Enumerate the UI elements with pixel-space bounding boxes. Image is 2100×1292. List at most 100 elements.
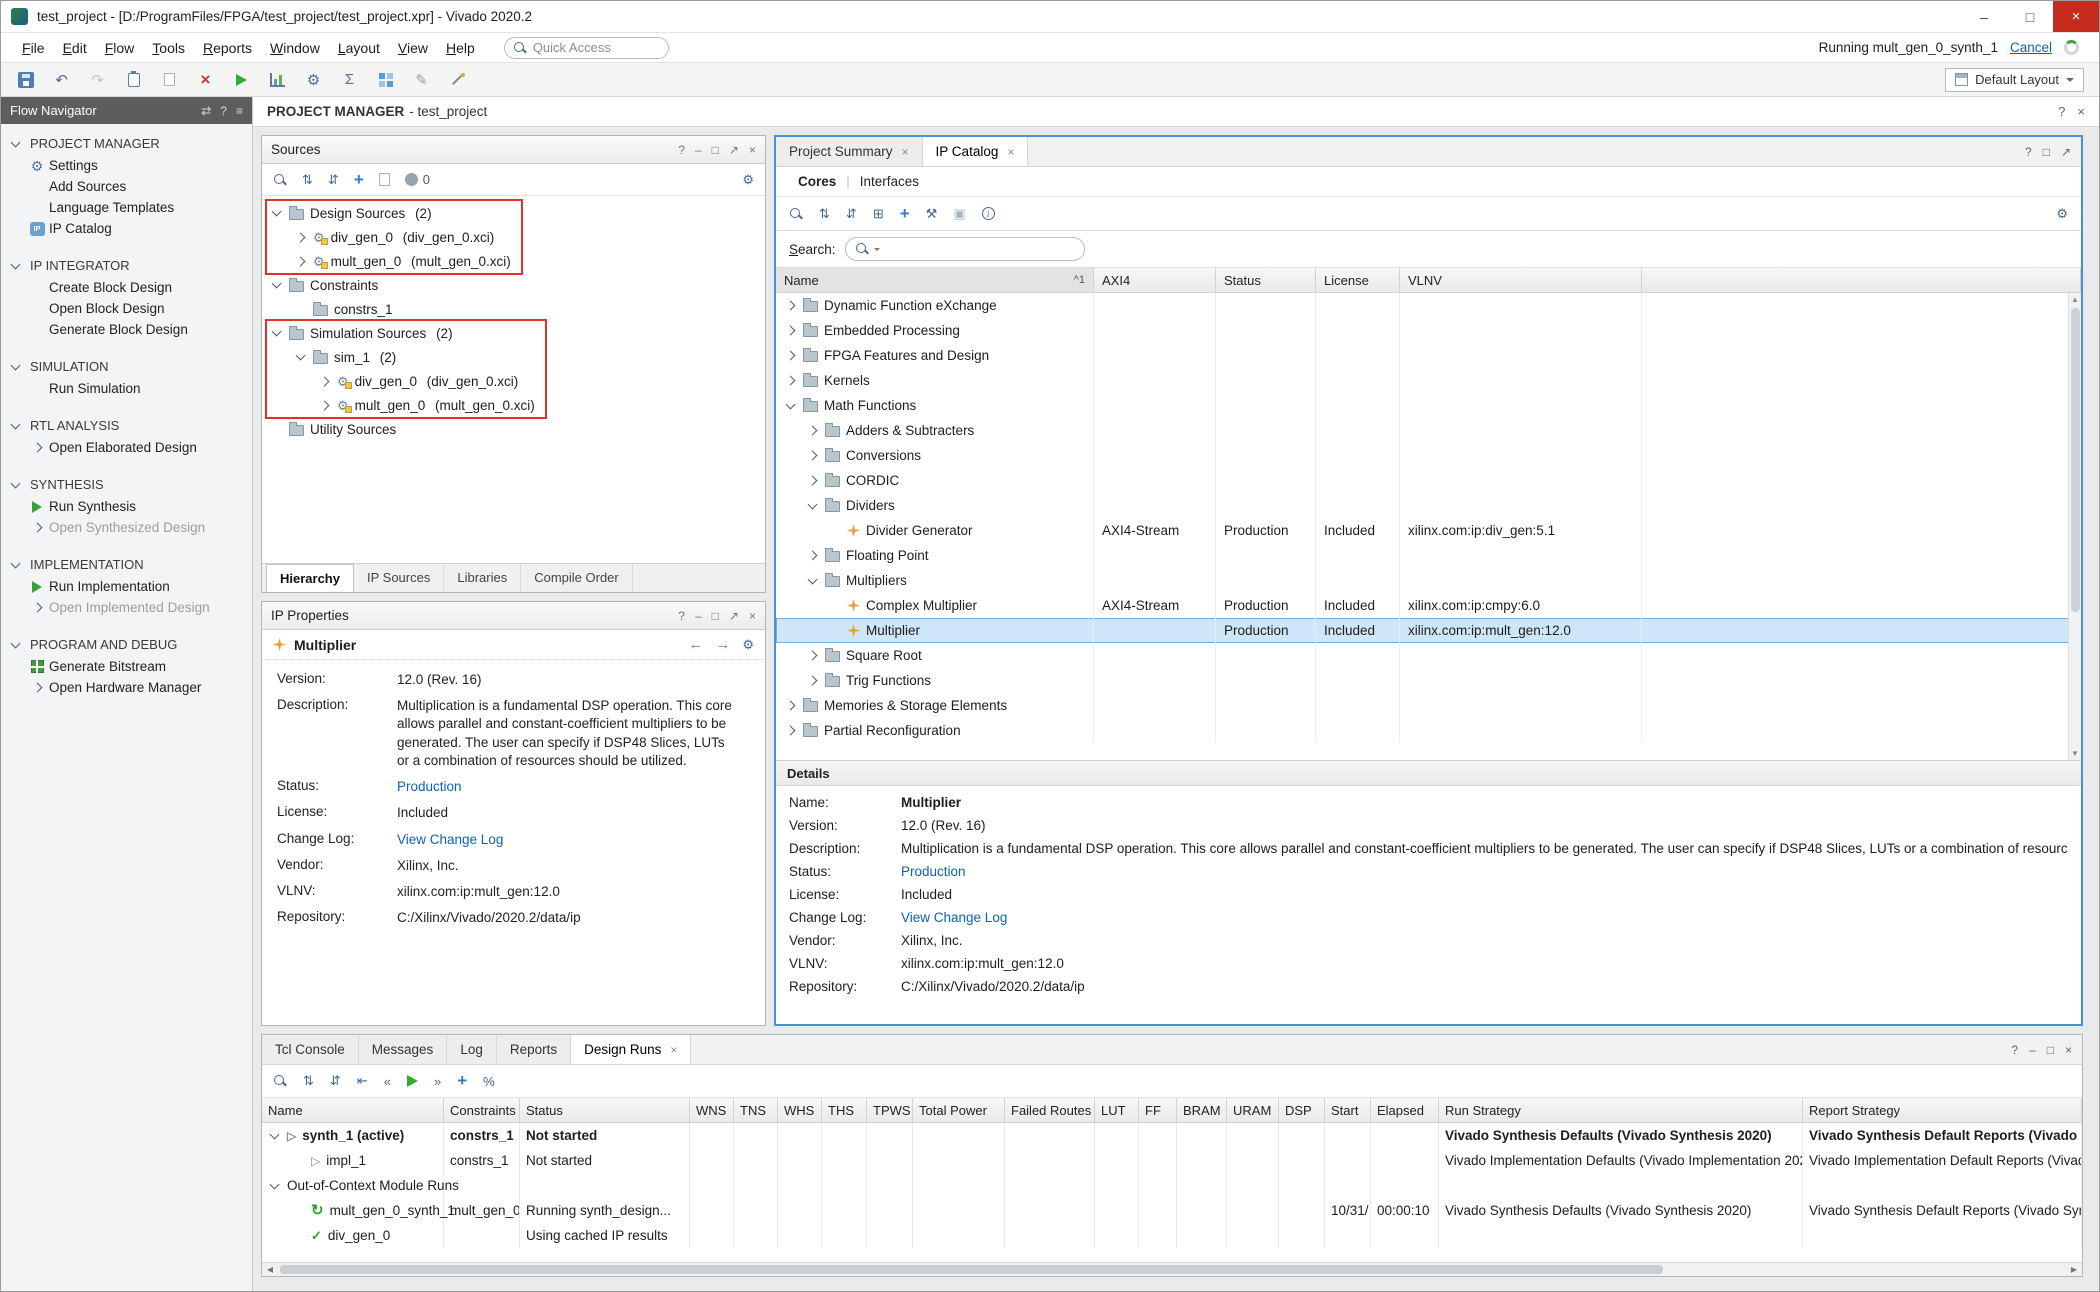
flownav-item-language-templates[interactable]: Language Templates bbox=[1, 197, 252, 218]
add-ip-icon[interactable]: + bbox=[900, 204, 910, 224]
runs-column-dsp[interactable]: DSP bbox=[1279, 1098, 1325, 1122]
minimize-button[interactable]: – bbox=[1961, 1, 2007, 32]
expand-all-icon[interactable]: ⇵ bbox=[846, 206, 857, 222]
add-sources-icon[interactable]: + bbox=[354, 170, 364, 190]
source-item-mult-gen-0[interactable]: ⚙mult_gen_0 (mult_gen_0.xci) bbox=[262, 393, 765, 417]
float-icon[interactable]: □ bbox=[2047, 1043, 2054, 1057]
source-item-constrs-1[interactable]: constrs_1 bbox=[262, 297, 765, 321]
chevron-right-icon[interactable] bbox=[786, 376, 796, 386]
runs-column-lut[interactable]: LUT bbox=[1095, 1098, 1139, 1122]
chevron-down-icon[interactable] bbox=[296, 351, 306, 361]
sources-tab-hierarchy[interactable]: Hierarchy bbox=[266, 564, 354, 592]
flownav-item-open-hardware-manager[interactable]: Open Hardware Manager bbox=[1, 677, 252, 698]
scroll-right-icon[interactable]: ▶ bbox=[2066, 1265, 2082, 1274]
runs-column-status[interactable]: Status bbox=[520, 1098, 690, 1122]
scroll-left-icon[interactable]: ◀ bbox=[262, 1265, 278, 1274]
minimize-icon[interactable]: – bbox=[2029, 1043, 2036, 1057]
column-header-vlnv[interactable]: VLNV bbox=[1400, 268, 1642, 292]
menu-view[interactable]: View bbox=[389, 37, 437, 59]
flownav-item-open-implemented-design[interactable]: Open Implemented Design bbox=[1, 597, 252, 618]
help-icon[interactable]: ? bbox=[678, 143, 685, 157]
gear-icon[interactable]: ⚙ bbox=[304, 70, 323, 89]
info-icon[interactable]: i bbox=[982, 207, 995, 220]
menu-edit[interactable]: Edit bbox=[54, 37, 96, 59]
run-row-impl-1[interactable]: ▷impl_1constrs_1Not startedVivado Implem… bbox=[262, 1148, 2082, 1173]
maximize-button[interactable]: □ bbox=[2007, 1, 2053, 32]
chevron-down-icon[interactable] bbox=[11, 137, 21, 147]
step-back-icon[interactable]: « bbox=[384, 1074, 391, 1089]
scrollbar-thumb[interactable] bbox=[2071, 308, 2080, 612]
column-header-axi4[interactable]: AXI4 bbox=[1094, 268, 1216, 292]
maximize-icon[interactable]: ↗ bbox=[729, 143, 739, 157]
cancel-link[interactable]: Cancel bbox=[2010, 40, 2052, 55]
source-item-sim-1[interactable]: sim_1 (2) bbox=[262, 345, 765, 369]
flownav-header-project-manager[interactable]: PROJECT MANAGER bbox=[1, 132, 252, 155]
tab-design-runs[interactable]: Design Runs× bbox=[571, 1035, 691, 1064]
tab-messages[interactable]: Messages bbox=[359, 1035, 448, 1064]
collapse-all-icon[interactable]: ⇅ bbox=[302, 172, 313, 188]
source-item-mult-gen-0[interactable]: ⚙mult_gen_0 (mult_gen_0.xci) bbox=[262, 249, 765, 273]
collapse-all-icon[interactable]: ⇅ bbox=[819, 206, 830, 222]
save-icon[interactable] bbox=[16, 70, 35, 89]
flownav-item-create-block-design[interactable]: Create Block Design bbox=[1, 277, 252, 298]
close-icon[interactable]: × bbox=[2077, 104, 2085, 119]
source-item-div-gen-0[interactable]: ⚙div_gen_0 (div_gen_0.xci) bbox=[262, 225, 765, 249]
collapse-all-icon[interactable]: ⇅ bbox=[303, 1073, 314, 1089]
menu-layout[interactable]: Layout bbox=[329, 37, 389, 59]
runs-column-run-strategy[interactable]: Run Strategy bbox=[1439, 1098, 1803, 1122]
chevron-right-icon[interactable] bbox=[786, 701, 796, 711]
maximize-icon[interactable]: ↗ bbox=[729, 609, 739, 623]
menu-icon[interactable]: ≡ bbox=[236, 104, 243, 118]
chevron-right-icon[interactable] bbox=[786, 326, 796, 336]
abort-icon[interactable]: × bbox=[196, 70, 215, 89]
subtab-interfaces[interactable]: Interfaces bbox=[850, 170, 929, 193]
column-header-status[interactable]: Status bbox=[1216, 268, 1316, 292]
flownav-header-implementation[interactable]: IMPLEMENTATION bbox=[1, 553, 252, 576]
sources-tab-compile-order[interactable]: Compile Order bbox=[521, 564, 633, 592]
tab-log[interactable]: Log bbox=[447, 1035, 497, 1064]
utilization-icon[interactable]: % bbox=[483, 1074, 495, 1089]
chevron-down-icon[interactable] bbox=[11, 419, 21, 429]
chevron-right-icon[interactable] bbox=[786, 726, 796, 736]
catalog-row-partial-reconfiguration[interactable]: Partial Reconfiguration bbox=[776, 718, 2081, 743]
sources-tab-libraries[interactable]: Libraries bbox=[444, 564, 521, 592]
chevron-right-icon[interactable] bbox=[808, 651, 818, 661]
float-icon[interactable]: □ bbox=[712, 143, 719, 157]
runs-column-wns[interactable]: WNS bbox=[690, 1098, 734, 1122]
runs-column-bram[interactable]: BRAM bbox=[1177, 1098, 1227, 1122]
compatibility-icon[interactable]: ▣ bbox=[953, 206, 965, 222]
sources-tab-ip-sources[interactable]: IP Sources bbox=[354, 564, 444, 592]
vertical-scrollbar[interactable]: ▲ ▼ bbox=[2068, 293, 2081, 760]
run-row-div-gen-0[interactable]: ✓div_gen_0Using cached IP results bbox=[262, 1223, 2082, 1248]
chevron-right-icon[interactable] bbox=[32, 443, 42, 453]
close-button[interactable]: × bbox=[2053, 1, 2099, 32]
maximize-icon[interactable]: ↗ bbox=[2061, 145, 2071, 159]
flownav-item-run-synthesis[interactable]: Run Synthesis bbox=[1, 496, 252, 517]
chevron-right-icon[interactable] bbox=[808, 551, 818, 561]
chevron-right-icon[interactable] bbox=[32, 683, 42, 693]
flownav-header-simulation[interactable]: SIMULATION bbox=[1, 355, 252, 378]
catalog-row-divider-generator[interactable]: Divider GeneratorAXI4-StreamProductionIn… bbox=[776, 518, 2081, 543]
runs-column-ff[interactable]: FF bbox=[1139, 1098, 1177, 1122]
doc-icon[interactable] bbox=[160, 70, 179, 89]
source-item-design-sources[interactable]: Design Sources (2) bbox=[262, 201, 765, 225]
chevron-down-icon[interactable] bbox=[11, 638, 21, 648]
search-icon[interactable] bbox=[273, 1074, 287, 1088]
catalog-row-math-functions[interactable]: Math Functions bbox=[776, 393, 2081, 418]
sum-icon[interactable]: Σ bbox=[340, 70, 359, 89]
run-icon[interactable] bbox=[232, 70, 251, 89]
runs-column-ths[interactable]: THS bbox=[822, 1098, 867, 1122]
runs-column-tns[interactable]: TNS bbox=[734, 1098, 778, 1122]
source-item-constraints[interactable]: Constraints bbox=[262, 273, 765, 297]
catalog-row-adders-subtracters[interactable]: Adders & Subtracters bbox=[776, 418, 2081, 443]
close-icon[interactable]: × bbox=[1007, 145, 1014, 159]
quick-access-search[interactable]: Quick Access bbox=[504, 37, 669, 59]
catalog-row-conversions[interactable]: Conversions bbox=[776, 443, 2081, 468]
runs-column-constraints[interactable]: Constraints bbox=[444, 1098, 520, 1122]
runs-column-failed-routes[interactable]: Failed Routes bbox=[1005, 1098, 1095, 1122]
chevron-right-icon[interactable] bbox=[808, 676, 818, 686]
column-header-name[interactable]: Name^1 bbox=[776, 268, 1094, 292]
chevron-down-icon[interactable] bbox=[11, 558, 21, 568]
chevron-right-icon[interactable] bbox=[786, 351, 796, 361]
chevron-down-icon[interactable] bbox=[11, 360, 21, 370]
